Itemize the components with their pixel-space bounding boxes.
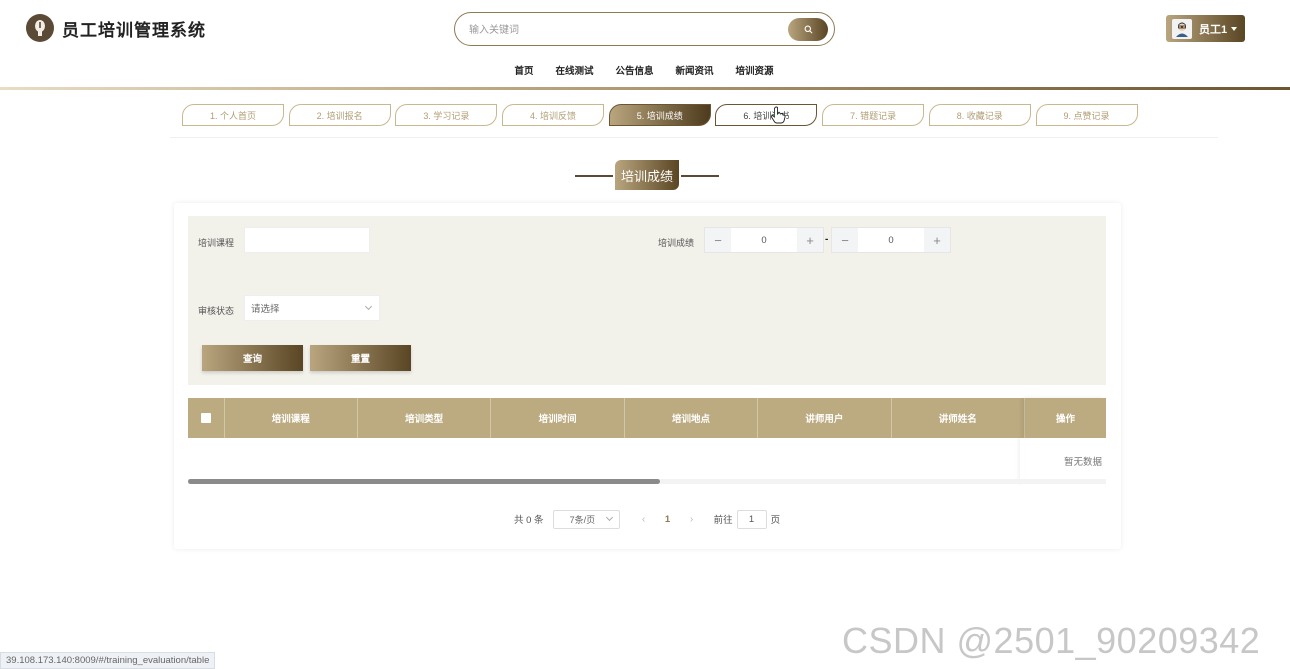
nav-item-resources[interactable]: 培训资源	[736, 64, 774, 80]
center-tabs: 1. 个人首页 2. 培训报名 3. 学习记录 4. 培训反馈 5. 培训成绩 …	[182, 104, 1142, 126]
table-body: 暂无数据	[188, 438, 1106, 479]
column-header-course[interactable]: 培训课程	[225, 398, 358, 438]
increment-icon[interactable]: +	[924, 228, 950, 252]
prev-page-icon[interactable]: ‹	[634, 514, 654, 525]
nav-item-news[interactable]: 新闻资讯	[676, 64, 714, 80]
column-header-lecturer-name[interactable]: 讲师姓名	[892, 398, 1026, 438]
query-button[interactable]: 查询	[202, 345, 303, 371]
tab-study-records[interactable]: 3. 学习记录	[395, 104, 498, 126]
search-bar	[454, 12, 835, 46]
user-name: 员工1	[1199, 23, 1228, 36]
goto-label: 前往	[713, 515, 733, 526]
reset-button[interactable]: 重置	[310, 345, 411, 371]
filter-panel: 培训课程 培训成绩 − 0 + - − 0 + 审核状态 请选择 查询 重置	[188, 216, 1106, 385]
tab-training-certificates[interactable]: 6. 培训证书	[715, 104, 818, 126]
app-title: 员工培训管理系统	[62, 20, 206, 40]
score-label: 培训成绩	[658, 238, 695, 248]
search-icon	[804, 25, 812, 34]
tab-training-scores[interactable]: 5. 培训成绩	[608, 104, 711, 126]
goto-page-input[interactable]: 1	[736, 509, 767, 529]
watermark: CSDN @2501_90209342	[842, 620, 1261, 661]
chevron-down-icon	[605, 513, 613, 522]
heading-line-right	[681, 175, 719, 177]
tab-likes[interactable]: 9. 点赞记录	[1035, 104, 1138, 126]
nav-item-home[interactable]: 首页	[514, 64, 533, 80]
tab-personal-home[interactable]: 1. 个人首页	[182, 104, 284, 126]
course-input[interactable]	[244, 227, 370, 253]
empty-text: 暂无数据	[1063, 457, 1102, 468]
increment-icon[interactable]: +	[797, 228, 823, 252]
decrement-icon[interactable]: −	[705, 228, 731, 252]
user-avatar-icon	[1176, 22, 1188, 37]
search-button[interactable]	[788, 18, 828, 41]
course-label: 培训课程	[198, 238, 235, 248]
main-nav: 首页 在线测试 公告信息 新闻资讯 培训资源	[0, 64, 1290, 80]
column-header-type[interactable]: 培训类型	[358, 398, 492, 438]
heading-line-left	[575, 175, 613, 177]
column-header-lecturer-user[interactable]: 讲师用户	[758, 398, 892, 438]
select-all-cell	[188, 398, 225, 438]
page-number[interactable]: 1	[654, 514, 682, 525]
search-input[interactable]	[469, 21, 769, 39]
next-page-icon[interactable]: ›	[682, 514, 702, 525]
caret-down-icon	[1231, 26, 1238, 31]
select-all-checkbox[interactable]	[200, 413, 211, 423]
pagination: 共 0 条 7条/页 ‹ 1 › 前往 1 页	[514, 509, 780, 529]
page-suffix: 页	[770, 515, 781, 526]
nav-item-online-test[interactable]: 在线测试	[555, 64, 593, 80]
page-size-select[interactable]: 7条/页	[552, 509, 620, 529]
page-size-value: 7条/页	[569, 514, 596, 525]
score-max-value[interactable]: 0	[858, 228, 924, 252]
logo-icon	[26, 14, 54, 42]
section-heading: 培训成绩	[575, 160, 719, 190]
chevron-down-icon	[364, 302, 373, 311]
column-header-time[interactable]: 培训时间	[491, 398, 625, 438]
status-select-value: 请选择	[251, 304, 280, 315]
score-max-stepper: − 0 +	[831, 227, 951, 253]
app-logo[interactable]: 员工培训管理系统	[26, 14, 206, 42]
scrollbar-thumb[interactable]	[188, 479, 660, 484]
header: 员工培训管理系统 员工1 首页 在线测试 公告信息 新闻资讯 培训资	[0, 0, 1290, 90]
tab-training-signup[interactable]: 2. 培训报名	[288, 104, 391, 126]
tabs-divider	[170, 137, 1218, 138]
nav-item-announcements[interactable]: 公告信息	[615, 64, 653, 80]
scores-table: 培训课程 培训类型 培训时间 培训地点 讲师用户 讲师姓名 操作 暂无数据	[188, 398, 1106, 479]
page-title: 培训成绩	[615, 160, 679, 190]
horizontal-scrollbar[interactable]	[188, 479, 1106, 484]
status-select[interactable]: 请选择	[244, 295, 380, 321]
column-header-actions: 操作	[1025, 398, 1106, 438]
decrement-icon[interactable]: −	[832, 228, 858, 252]
hand-cursor-icon	[770, 106, 786, 124]
table-header: 培训课程 培训类型 培训时间 培训地点 讲师用户 讲师姓名 操作	[188, 398, 1106, 438]
score-min-stepper: − 0 +	[704, 227, 824, 253]
tab-training-feedback[interactable]: 4. 培训反馈	[502, 104, 605, 126]
status-url: 39.108.173.140:8009/#/training_evaluatio…	[0, 652, 216, 669]
column-header-location[interactable]: 培训地点	[625, 398, 759, 438]
tab-wrong-questions[interactable]: 7. 错题记录	[822, 104, 925, 126]
range-separator: -	[825, 234, 829, 245]
pagination-total: 共 0 条	[514, 515, 544, 526]
fixed-column-shadow	[1020, 438, 1024, 484]
header-divider	[0, 87, 1290, 90]
user-menu-button[interactable]: 员工1	[1166, 15, 1245, 42]
score-min-value[interactable]: 0	[731, 228, 797, 252]
tab-favorites[interactable]: 8. 收藏记录	[928, 104, 1031, 126]
status-label: 审核状态	[198, 306, 235, 316]
content-card: 培训课程 培训成绩 − 0 + - − 0 + 审核状态 请选择 查询 重置 培…	[174, 203, 1121, 549]
avatar	[1172, 18, 1192, 39]
